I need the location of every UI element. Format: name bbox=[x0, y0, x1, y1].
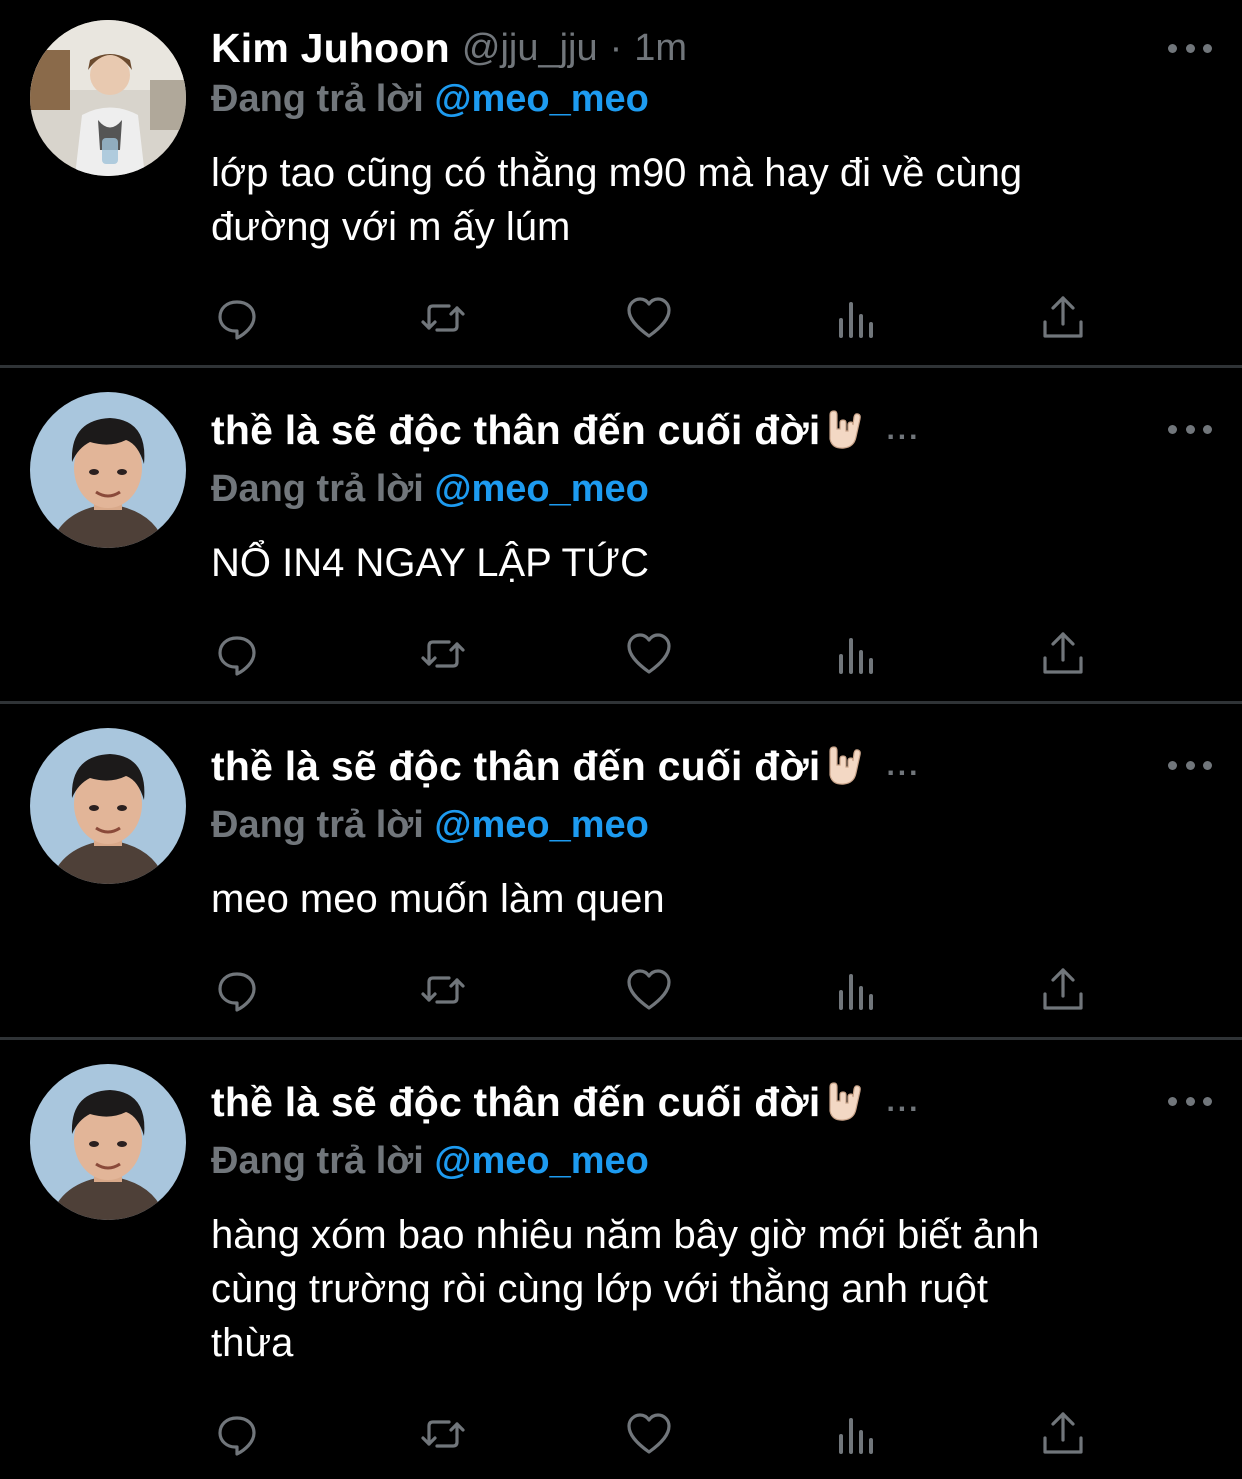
retweet-icon[interactable] bbox=[417, 294, 469, 342]
reply-prefix: Đang trả lời bbox=[211, 804, 424, 846]
tweet-header: thề là sẽ độc thân đến cuối đời ... bbox=[211, 402, 920, 458]
tweet-text: hàng xóm bao nhiêu năm bây giờ mới biết … bbox=[211, 1208, 1211, 1370]
name-truncation: ... bbox=[886, 749, 921, 782]
tweet[interactable]: thề là sẽ độc thân đến cuối đời ... Đang… bbox=[0, 1040, 1242, 1479]
reply-prefix: Đang trả lời bbox=[211, 1140, 424, 1182]
tweet-text: meo meo muốn làm quen bbox=[211, 872, 1211, 926]
author-name[interactable]: thề là sẽ độc thân đến cuối đời bbox=[211, 743, 820, 790]
tweet-actions bbox=[211, 294, 1111, 342]
like-icon[interactable] bbox=[623, 294, 675, 342]
more-options-icon[interactable] bbox=[1168, 750, 1212, 780]
tweet-text-line: hàng xóm bao nhiêu năm bây giờ mới biết … bbox=[211, 1213, 1040, 1257]
reply-icon[interactable] bbox=[211, 294, 263, 342]
share-icon[interactable] bbox=[1037, 966, 1089, 1014]
tweet-text: NỔ IN4 NGAY LẬP TỨC bbox=[211, 536, 1211, 590]
avatar-photo-image bbox=[30, 1064, 186, 1220]
tweet-actions bbox=[211, 966, 1111, 1014]
author-handle[interactable]: @jju_jju bbox=[462, 27, 598, 70]
retweet-icon[interactable] bbox=[417, 1410, 469, 1458]
reply-icon[interactable] bbox=[211, 630, 263, 678]
tweet-text-line: đường với m ấy lúm bbox=[211, 205, 571, 249]
replying-to: Đang trả lời @meo_meo bbox=[211, 1140, 649, 1183]
avatar[interactable] bbox=[30, 1064, 186, 1220]
timestamp[interactable]: 1m bbox=[634, 27, 687, 70]
tweet-header: Kim Juhoon @jju_jju · 1m bbox=[211, 20, 687, 76]
tweet[interactable]: Kim Juhoon @jju_jju · 1m Đang trả lời @m… bbox=[0, 0, 1242, 368]
like-icon[interactable] bbox=[623, 966, 675, 1014]
avatar[interactable] bbox=[30, 20, 186, 176]
reply-mention-link[interactable]: @meo_meo bbox=[434, 1140, 648, 1182]
reply-icon[interactable] bbox=[211, 966, 263, 1014]
sign-of-horns-emoji-icon bbox=[822, 745, 864, 787]
analytics-icon[interactable] bbox=[831, 630, 883, 678]
like-icon[interactable] bbox=[623, 630, 675, 678]
tweet-actions bbox=[211, 630, 1111, 678]
sign-of-horns-emoji-icon bbox=[822, 409, 864, 451]
retweet-icon[interactable] bbox=[417, 966, 469, 1014]
tweet[interactable]: thề là sẽ độc thân đến cuối đời ... Đang… bbox=[0, 368, 1242, 704]
more-options-icon[interactable] bbox=[1168, 1086, 1212, 1116]
name-truncation: ... bbox=[886, 413, 921, 446]
tweet[interactable]: thề là sẽ độc thân đến cuối đời ... Đang… bbox=[0, 704, 1242, 1040]
author-name[interactable]: thề là sẽ độc thân đến cuối đời bbox=[211, 407, 820, 454]
separator: · bbox=[609, 26, 623, 69]
tweet-text: lớp tao cũng có thằng m90 mà hay đi về c… bbox=[211, 146, 1211, 254]
name-truncation: ... bbox=[886, 1085, 921, 1118]
reply-feed: Kim Juhoon @jju_jju · 1m Đang trả lời @m… bbox=[0, 0, 1242, 1479]
tweet-text-line: thừa bbox=[211, 1321, 294, 1365]
reply-prefix: Đang trả lời bbox=[211, 78, 424, 120]
like-icon[interactable] bbox=[623, 1410, 675, 1458]
share-icon[interactable] bbox=[1037, 294, 1089, 342]
author-name[interactable]: Kim Juhoon bbox=[211, 25, 450, 72]
analytics-icon[interactable] bbox=[831, 294, 883, 342]
tweet-text-line: NỔ IN4 NGAY LẬP TỨC bbox=[211, 541, 650, 585]
tweet-actions bbox=[211, 1410, 1111, 1458]
share-icon[interactable] bbox=[1037, 1410, 1089, 1458]
avatar[interactable] bbox=[30, 728, 186, 884]
reply-icon[interactable] bbox=[211, 1410, 263, 1458]
reply-mention-link[interactable]: @meo_meo bbox=[434, 468, 648, 510]
avatar[interactable] bbox=[30, 392, 186, 548]
tweet-text-line: lớp tao cũng có thằng m90 mà hay đi về c… bbox=[211, 151, 1023, 195]
more-options-icon[interactable] bbox=[1168, 414, 1212, 444]
author-name[interactable]: thề là sẽ độc thân đến cuối đời bbox=[211, 1079, 820, 1126]
replying-to: Đang trả lời @meo_meo bbox=[211, 804, 649, 847]
replying-to: Đang trả lời @meo_meo bbox=[211, 78, 649, 121]
tweet-text-line: cùng trường ròi cùng lớp với thằng anh r… bbox=[211, 1267, 989, 1311]
avatar-photo-image bbox=[30, 20, 186, 176]
tweet-header: thề là sẽ độc thân đến cuối đời ... bbox=[211, 738, 920, 794]
avatar-photo-image bbox=[30, 728, 186, 884]
retweet-icon[interactable] bbox=[417, 630, 469, 678]
tweet-text-line: meo meo muốn làm quen bbox=[211, 877, 665, 921]
replying-to: Đang trả lời @meo_meo bbox=[211, 468, 649, 511]
reply-mention-link[interactable]: @meo_meo bbox=[434, 804, 648, 846]
analytics-icon[interactable] bbox=[831, 966, 883, 1014]
avatar-photo-image bbox=[30, 392, 186, 548]
sign-of-horns-emoji-icon bbox=[822, 1081, 864, 1123]
analytics-icon[interactable] bbox=[831, 1410, 883, 1458]
share-icon[interactable] bbox=[1037, 630, 1089, 678]
tweet-header: thề là sẽ độc thân đến cuối đời ... bbox=[211, 1074, 920, 1130]
more-options-icon[interactable] bbox=[1168, 33, 1212, 63]
reply-mention-link[interactable]: @meo_meo bbox=[434, 78, 648, 120]
reply-prefix: Đang trả lời bbox=[211, 468, 424, 510]
